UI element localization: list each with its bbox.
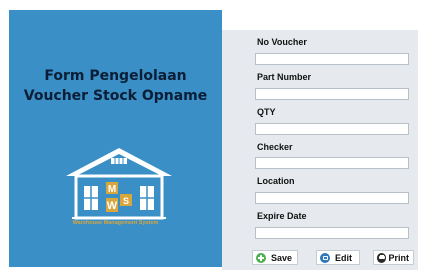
- logo-letter-w: W: [107, 200, 118, 212]
- app-window: Form Pengelolaan Voucher Stock Opname M …: [0, 0, 429, 273]
- expire-date-input[interactable]: [255, 227, 409, 239]
- form-title-line-2: Voucher Stock Opname: [23, 88, 208, 104]
- form-title-line-1: Form Pengelolaan: [44, 68, 187, 84]
- location-input[interactable]: [255, 192, 409, 204]
- save-button[interactable]: Save: [252, 250, 298, 265]
- label-location: Location: [257, 176, 295, 186]
- checker-input[interactable]: [255, 157, 409, 169]
- label-expire-date: Expire Date: [257, 211, 307, 221]
- warehouse-icon: M W S: [66, 148, 172, 220]
- label-qty: QTY: [257, 107, 276, 117]
- form-title: Form Pengelolaan Voucher Stock Opname: [9, 66, 222, 106]
- printer-icon: [377, 252, 387, 263]
- logo-letter-s: S: [123, 196, 129, 206]
- logo-letter-m: M: [108, 184, 116, 195]
- print-button-label: Print: [388, 252, 409, 263]
- edit-button-label: Edit: [335, 252, 352, 263]
- warehouse-logo: M W S: [54, 142, 184, 242]
- qty-input[interactable]: [255, 123, 409, 135]
- plus-circle-icon: [256, 252, 266, 263]
- save-button-label: Save: [271, 252, 293, 263]
- edit-icon: [320, 252, 330, 263]
- form-panel: No Voucher Part Number QTY Checker Locat…: [222, 30, 418, 270]
- edit-button[interactable]: Edit: [316, 250, 360, 265]
- no-voucher-input[interactable]: [255, 53, 409, 65]
- part-number-input[interactable]: [255, 88, 409, 100]
- label-part-number: Part Number: [257, 72, 312, 82]
- label-checker: Checker: [257, 142, 293, 152]
- brand-panel: Form Pengelolaan Voucher Stock Opname M …: [9, 10, 222, 267]
- logo-caption: Warehouse Management System: [72, 220, 159, 226]
- label-no-voucher: No Voucher: [257, 37, 307, 47]
- print-button[interactable]: Print: [373, 250, 414, 265]
